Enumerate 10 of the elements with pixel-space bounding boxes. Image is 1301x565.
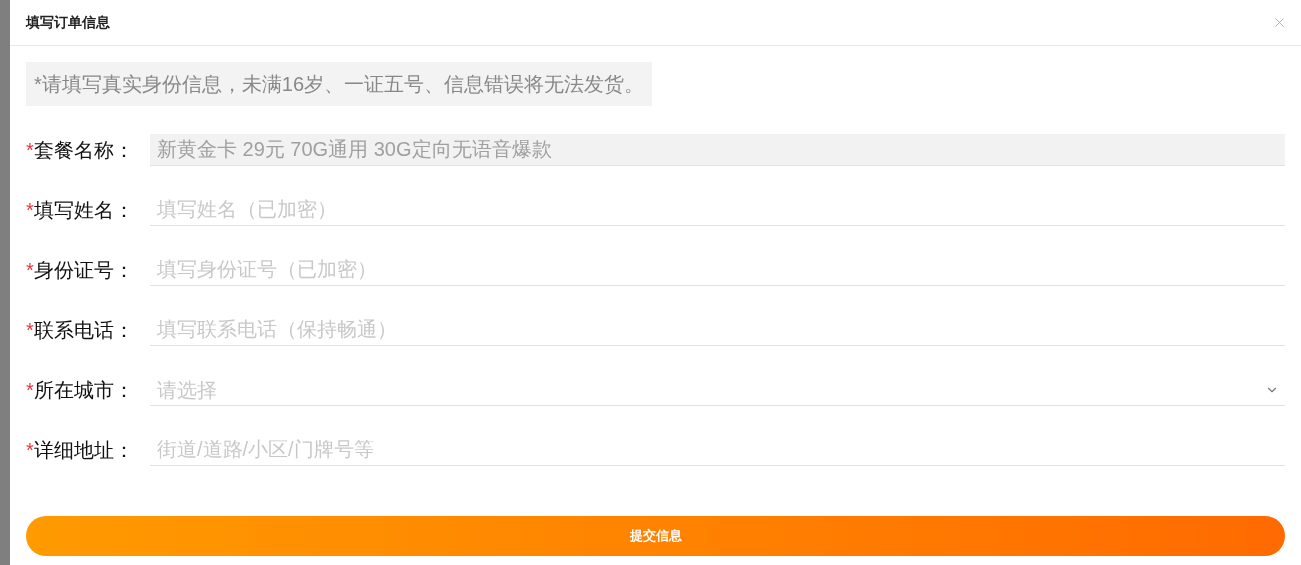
field-label: *身份证号： (26, 258, 135, 283)
notice: *请填写真实身份信息，未满16岁、一证五号、信息错误将无法发货。 (26, 62, 653, 106)
field-label: *填写姓名： (26, 198, 135, 223)
field-label: *套餐名称： (26, 138, 135, 163)
field-label: *联系电话： (26, 318, 135, 343)
field-label: *详细地址： (26, 438, 135, 463)
field-label: *所在城市： (26, 378, 135, 403)
submit-button[interactable]: 提交信息 (26, 516, 1285, 556)
close-icon (1272, 15, 1287, 30)
dialog-title: 填写订单信息 (26, 13, 110, 32)
